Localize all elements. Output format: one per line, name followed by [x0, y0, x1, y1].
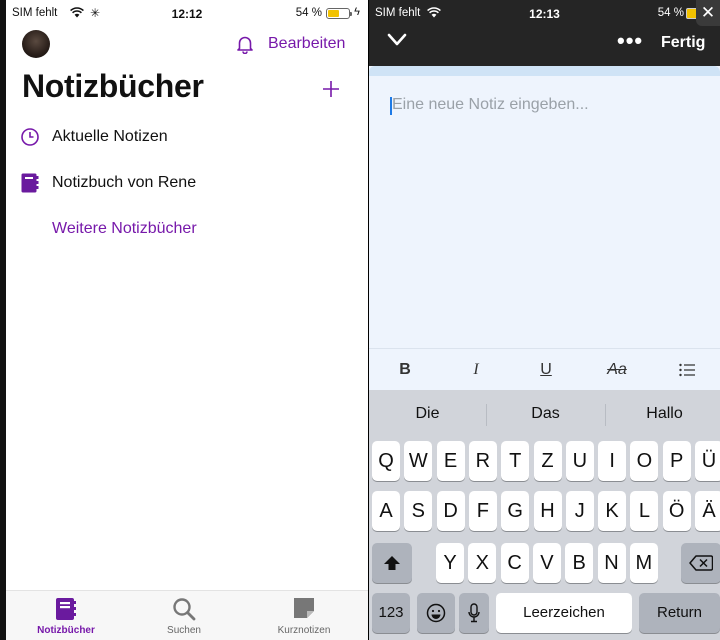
keyboard: Die Das Hallo QWERTZUIOPÜ ASDFGHJKLÖÄ YX… — [369, 390, 720, 640]
key[interactable]: X — [468, 543, 497, 583]
key[interactable]: H — [533, 491, 562, 531]
nav-recent-notes-label: Aktuelle Notizen — [52, 128, 168, 145]
suggestion-item[interactable]: Die — [369, 405, 486, 423]
key[interactable]: N — [597, 543, 626, 583]
nav-recent-notes[interactable]: Aktuelle Notizen — [20, 123, 168, 151]
key[interactable]: A — [372, 491, 400, 531]
add-notebook-button[interactable] — [322, 76, 340, 102]
key[interactable]: Ä — [695, 491, 720, 531]
tab-notebooks[interactable]: Notizbücher — [6, 591, 126, 640]
key[interactable]: Z — [533, 441, 562, 481]
italic-button[interactable]: I — [460, 357, 492, 383]
key[interactable]: V — [532, 543, 561, 583]
key[interactable]: G — [501, 491, 530, 531]
suggestion-item[interactable]: Das — [487, 405, 604, 423]
search-icon — [124, 597, 244, 621]
key[interactable]: I — [598, 441, 627, 481]
return-key[interactable]: Return — [639, 593, 720, 633]
key[interactable]: Ü — [695, 441, 720, 481]
key[interactable]: O — [630, 441, 659, 481]
strikethrough-button[interactable]: Aa — [601, 357, 633, 383]
emoji-key[interactable] — [417, 593, 455, 633]
battery-icon — [326, 8, 352, 19]
key[interactable]: T — [501, 441, 530, 481]
key[interactable]: U — [565, 441, 594, 481]
avatar[interactable] — [22, 30, 50, 58]
key[interactable]: B — [565, 543, 594, 583]
key[interactable]: W — [404, 441, 433, 481]
editor-top-strip — [369, 66, 720, 76]
shift-key[interactable] — [372, 543, 412, 583]
notebook-icon — [20, 173, 40, 193]
bullet-list-icon[interactable] — [671, 357, 703, 383]
key[interactable]: R — [468, 441, 497, 481]
key[interactable]: Ö — [662, 491, 691, 531]
nav-notebook-label: Notizbuch von Rene — [52, 174, 197, 191]
space-key[interactable]: Leerzeichen — [496, 593, 632, 633]
key[interactable]: K — [598, 491, 627, 531]
charging-icon: ϟ — [354, 6, 360, 18]
key[interactable]: S — [404, 491, 433, 531]
nav-notebook-rene[interactable]: Notizbuch von Rene — [20, 169, 196, 197]
key[interactable]: E — [436, 441, 465, 481]
status-bar: SIM fehlt ✳ 12:12 54 % ϟ — [6, 0, 368, 28]
status-bar: SIM fehlt 12:13 54 % ✕ — [369, 0, 720, 28]
underline-button[interactable]: U — [530, 357, 562, 383]
more-options-icon[interactable]: ••• — [617, 28, 643, 54]
tab-search-label: Suchen — [167, 625, 201, 636]
tab-search[interactable]: Suchen — [124, 591, 244, 640]
key[interactable]: Q — [372, 441, 400, 481]
key[interactable]: D — [436, 491, 465, 531]
clock-icon — [20, 127, 40, 147]
key[interactable]: Y — [436, 543, 464, 583]
note-placeholder: Eine neue Notiz eingeben... — [392, 96, 589, 113]
tab-sticky-notes-label: Kurznotizen — [277, 625, 331, 636]
close-icon[interactable]: ✕ — [696, 0, 720, 26]
new-note-screen: SIM fehlt 12:13 54 % ✕ ••• Fertig Eine n… — [369, 0, 720, 640]
bold-button[interactable]: B — [389, 357, 421, 383]
more-notebooks-link[interactable]: Weitere Notizbücher — [52, 220, 197, 238]
key[interactable]: C — [500, 543, 529, 583]
left-edge — [0, 0, 6, 640]
bell-icon[interactable] — [235, 34, 255, 59]
suggestion-bar: Die Das Hallo — [369, 390, 720, 436]
format-toolbar: B I U Aa — [369, 348, 720, 390]
suggestion-item[interactable]: Hallo — [606, 405, 720, 423]
battery-percent: 54 % — [295, 7, 322, 19]
done-button[interactable]: Fertig — [661, 34, 705, 52]
tab-notebooks-label: Notizbücher — [37, 625, 95, 636]
key[interactable]: L — [630, 491, 659, 531]
tab-bar: Notizbücher Suchen Kurznotizen — [6, 590, 368, 640]
key[interactable]: M — [629, 543, 658, 583]
tab-sticky-notes[interactable]: Kurznotizen — [244, 591, 364, 640]
backspace-key[interactable] — [681, 543, 720, 583]
microphone-key[interactable] — [459, 593, 489, 633]
key[interactable]: P — [662, 441, 691, 481]
notebook-icon — [6, 597, 126, 621]
key[interactable]: F — [468, 491, 497, 531]
page-title: Notizbücher — [22, 68, 204, 104]
screen: SIM fehlt ✳ 12:12 54 % ϟ Bearbeiten Noti… — [0, 0, 720, 640]
key[interactable]: J — [565, 491, 594, 531]
battery-percent: 54 % — [657, 7, 684, 19]
sticky-note-icon — [244, 597, 364, 621]
edit-button[interactable]: Bearbeiten — [268, 35, 345, 53]
numbers-key[interactable]: 123 — [372, 593, 410, 633]
note-editor[interactable]: Eine neue Notiz eingeben... — [369, 66, 720, 348]
notebooks-screen: SIM fehlt ✳ 12:12 54 % ϟ Bearbeiten Noti… — [0, 0, 368, 640]
chevron-down-icon[interactable] — [387, 33, 407, 52]
